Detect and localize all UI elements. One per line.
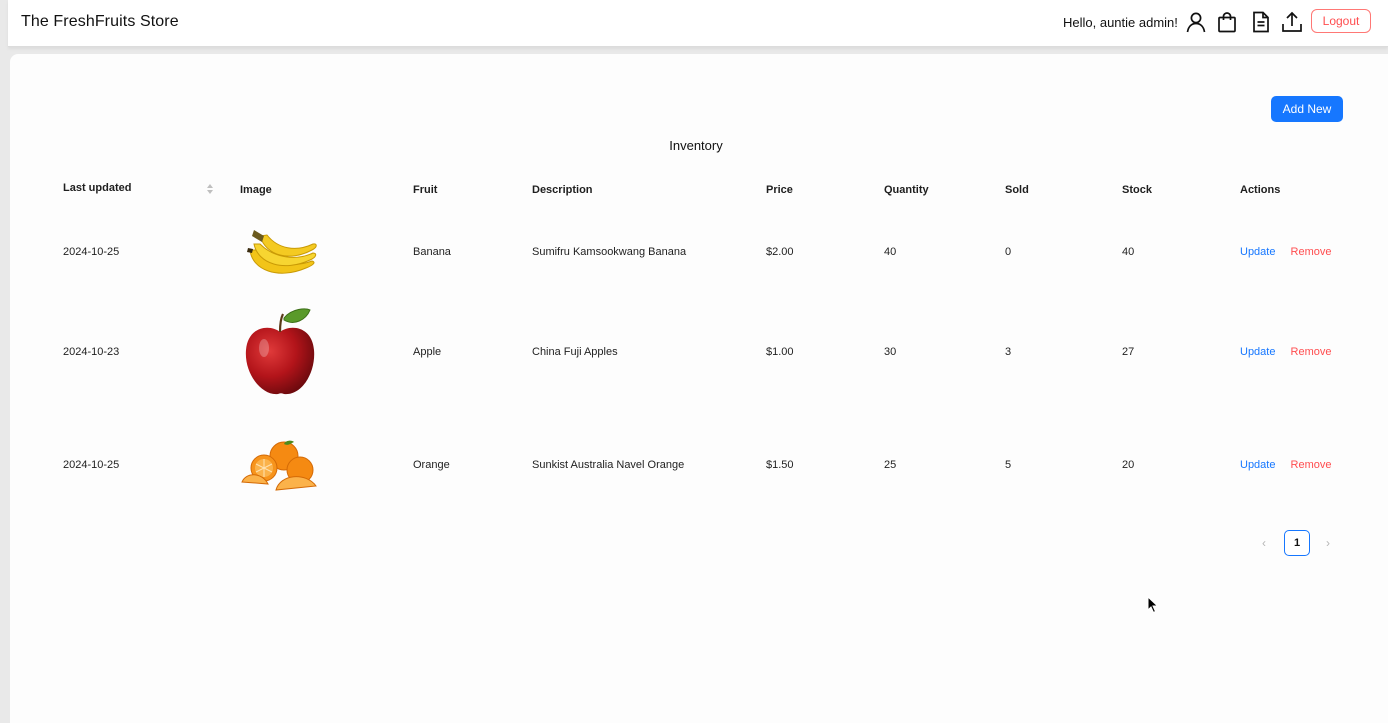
column-header-image: Image — [232, 172, 405, 208]
cell-last-updated: 2024-10-23 — [63, 345, 120, 358]
column-header-fruit: Fruit — [405, 172, 524, 208]
cell-actions: Update Remove — [1232, 407, 1355, 523]
sort-icon[interactable] — [206, 183, 214, 198]
cell-sold: 5 — [1005, 459, 1012, 471]
update-link[interactable]: Update — [1240, 346, 1275, 358]
cell-price: $1.00 — [766, 345, 794, 358]
page-number-button[interactable]: 1 — [1284, 530, 1310, 556]
apple-image — [245, 308, 315, 394]
cell-image — [232, 407, 405, 523]
logout-button[interactable]: Logout — [1311, 9, 1371, 33]
cell-price: $1.50 — [766, 459, 794, 471]
cell-description: Sumifru Kamsookwang Banana — [532, 246, 687, 258]
cell-actions: Update Remove — [1232, 208, 1355, 296]
column-header-last-updated[interactable]: Last updated — [55, 172, 232, 208]
cell-image — [232, 296, 405, 407]
store-brand[interactable]: The FreshFruits Store — [21, 13, 179, 31]
cell-last-updated: 2024-10-25 — [63, 246, 120, 258]
cell-fruit: Orange — [413, 459, 450, 471]
cell-image — [232, 208, 405, 296]
cell-description: China Fuji Apples — [532, 345, 618, 358]
column-header-sold: Sold — [997, 172, 1114, 208]
cell-quantity: 40 — [884, 246, 897, 258]
cell-fruit: Banana — [413, 246, 451, 258]
banana-image — [247, 230, 317, 274]
cell-sold: 0 — [1005, 246, 1012, 258]
inventory-title: Inventory — [669, 138, 723, 153]
cell-stock: 20 — [1122, 459, 1135, 471]
column-header-actions: Actions — [1232, 172, 1355, 208]
cell-price: $2.00 — [766, 246, 794, 258]
main-content: Add New Inventory Last updated Image Fru… — [10, 54, 1388, 723]
orange-image — [241, 440, 317, 491]
remove-link[interactable]: Remove — [1291, 459, 1332, 471]
cell-stock: 27 — [1122, 345, 1135, 358]
table-header-row: Last updated Image Fruit Description Pri… — [55, 172, 1355, 208]
add-new-button[interactable]: Add New — [1271, 96, 1343, 122]
cell-quantity: 30 — [884, 345, 897, 358]
cell-stock: 40 — [1122, 246, 1135, 258]
upload-icon[interactable] — [1281, 11, 1303, 33]
cell-description: Sunkist Australia Navel Orange — [532, 459, 685, 471]
update-link[interactable]: Update — [1240, 459, 1275, 471]
column-header-description: Description — [524, 172, 758, 208]
table-row: 2024-10-25 Orange Sunkist Australia Nave… — [55, 407, 1355, 523]
user-profile-icon[interactable] — [1185, 11, 1207, 33]
shopping-bag-icon[interactable] — [1216, 11, 1238, 33]
cell-quantity: 25 — [884, 459, 897, 471]
column-header-price: Price — [758, 172, 876, 208]
table-row: 2024-10-23 Apple China Fuji Apples $1.00… — [55, 296, 1355, 407]
column-header-quantity: Quantity — [876, 172, 997, 208]
cell-last-updated: 2024-10-25 — [63, 459, 120, 471]
top-navbar: The FreshFruits Store Hello, auntie admi… — [8, 0, 1388, 47]
remove-link[interactable]: Remove — [1291, 246, 1332, 258]
chevron-right-icon[interactable]: › — [1326, 536, 1330, 550]
cell-actions: Update Remove — [1232, 296, 1355, 407]
column-header-stock: Stock — [1114, 172, 1232, 208]
document-icon[interactable] — [1250, 11, 1272, 33]
cell-sold: 3 — [1005, 345, 1012, 358]
mouse-cursor-icon — [1147, 595, 1159, 619]
remove-link[interactable]: Remove — [1291, 346, 1332, 358]
user-greeting: Hello, auntie admin! — [1063, 15, 1178, 30]
chevron-left-icon[interactable]: ‹ — [1262, 536, 1266, 550]
cell-fruit: Apple — [413, 345, 442, 358]
update-link[interactable]: Update — [1240, 246, 1275, 258]
table-row: 2024-10-25 Banana Sumifru Kamsookwang Ba… — [55, 208, 1355, 296]
inventory-table: Last updated Image Fruit Description Pri… — [55, 172, 1355, 523]
